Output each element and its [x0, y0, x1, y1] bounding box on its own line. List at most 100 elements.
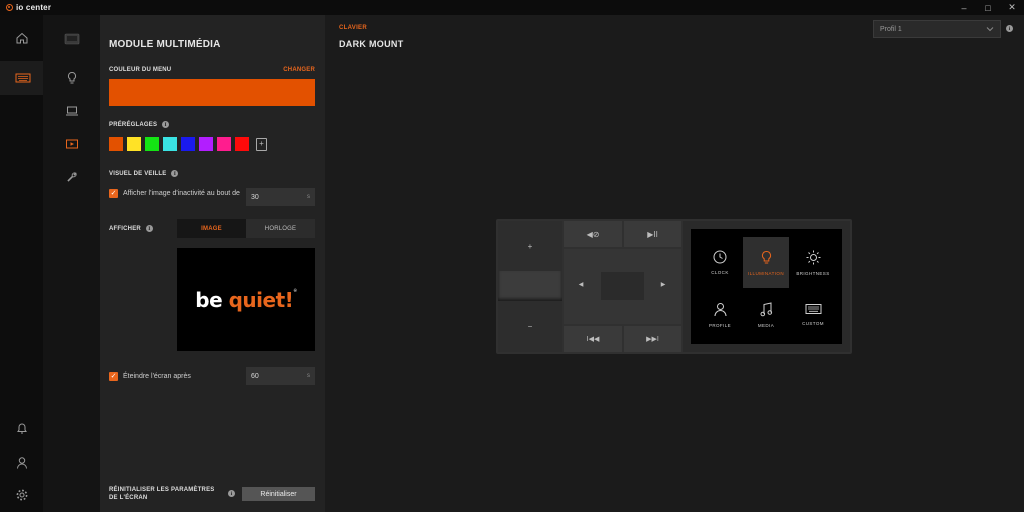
device-category: CLAVIER [339, 25, 367, 31]
preset-swatch[interactable] [163, 137, 177, 151]
subnav-multimedia[interactable] [43, 130, 100, 158]
info-icon[interactable]: i [171, 170, 179, 177]
play-pause-key[interactable]: ▶II [624, 221, 681, 247]
tab-image[interactable]: IMAGE [177, 219, 246, 238]
screen-tile-profile[interactable]: PROFILE [697, 289, 743, 340]
screen-tile-media[interactable]: MEDIA [743, 289, 789, 340]
rail-item-home[interactable] [0, 21, 43, 55]
maximize-button[interactable]: □ [976, 0, 1000, 15]
wrench-icon [66, 172, 77, 182]
previous-key[interactable]: I◀◀ [564, 326, 622, 352]
profile-select[interactable]: Profil 1 [873, 20, 1001, 38]
info-icon[interactable]: i [162, 121, 170, 128]
title-bar: io center – □ ✕ [0, 0, 1024, 15]
info-icon[interactable]: i [228, 490, 235, 497]
screen-tile-illumination[interactable]: ILLUMINATION [743, 237, 789, 288]
screen-tile-custom[interactable]: CUSTOM [790, 289, 836, 340]
user-icon [16, 457, 27, 469]
device-thumbnail-icon [64, 33, 79, 45]
preset-swatch[interactable] [109, 137, 123, 151]
show-heading: AFFICHER i [109, 225, 153, 232]
tab-clock[interactable]: HORLOGE [246, 219, 315, 238]
lightbulb-icon [67, 71, 76, 84]
multimedia-settings-panel: MODULE MULTIMÉDIA COULEUR DU MENU CHANGE… [100, 15, 325, 512]
presets-heading: PRÉRÉGLAGES i [109, 121, 170, 129]
reset-button[interactable]: Réinitialiser [242, 487, 315, 501]
preset-swatch[interactable] [145, 137, 159, 151]
standby-image-preview[interactable]: be quiet!® [177, 248, 315, 351]
keyboard-icon [805, 304, 821, 314]
inactivity-row: ✓ Afficher l'image d'inactivité au bout … [109, 189, 241, 198]
app-name: io center [16, 3, 52, 12]
subnav-tools[interactable] [43, 163, 100, 191]
panel-title: MODULE MULTIMÉDIA [109, 39, 221, 50]
volume-down-key[interactable]: − [498, 301, 562, 352]
screen-off-value: 60 [251, 372, 259, 380]
subnav-lighting[interactable] [43, 64, 100, 92]
rail-item-settings[interactable] [0, 478, 43, 512]
tile-label: CLOCK [711, 270, 729, 275]
screen-off-row: ✓ Éteindre l'écran après [109, 372, 191, 381]
clock-icon [713, 250, 727, 264]
subnav-keyboard[interactable] [43, 97, 100, 125]
main-nav-rail [0, 15, 43, 512]
tile-label: MEDIA [757, 322, 775, 328]
user-icon [714, 302, 726, 316]
bequiet-logo: be quiet!® [195, 287, 297, 312]
nav-left-key[interactable]: ◀ [574, 274, 588, 294]
next-key[interactable]: ▶▶I [624, 326, 681, 352]
inactivity-unit: s [307, 194, 310, 200]
menu-color-label: COULEUR DU MENU [109, 67, 172, 73]
screen-off-seconds-field[interactable]: 60 s [246, 367, 315, 385]
device-preview-area: CLAVIER DARK MOUNT Profil 1 i + − ◀⊘ ▶II… [325, 15, 1024, 512]
presets-label: PRÉRÉGLAGES [109, 122, 158, 129]
volume-up-key[interactable]: + [498, 221, 562, 271]
preset-swatch[interactable] [235, 137, 249, 151]
center-dial-key[interactable] [498, 271, 562, 301]
inactivity-value: 30 [251, 193, 259, 201]
preset-swatches: + [109, 137, 267, 151]
info-icon[interactable]: i [1006, 25, 1013, 32]
nav-center-key[interactable] [601, 272, 644, 300]
screen-off-checkbox[interactable]: ✓ [109, 372, 118, 381]
rail-item-notifications[interactable] [0, 411, 43, 445]
add-preset-icon[interactable]: + [256, 137, 267, 151]
mute-key[interactable]: ◀⊘ [564, 221, 622, 247]
app-logo: io center [6, 3, 51, 12]
app-logo-icon [6, 4, 13, 11]
nav-right-key[interactable]: ▶ [656, 274, 670, 294]
tile-label: CUSTOM [802, 321, 824, 326]
inactivity-seconds-field[interactable]: 30 s [246, 188, 315, 206]
preset-swatch[interactable] [217, 137, 231, 151]
preset-swatch[interactable] [127, 137, 141, 151]
close-button[interactable]: ✕ [1000, 0, 1024, 15]
subnav-device-thumbnail[interactable] [43, 25, 100, 53]
screen-tile-clock[interactable]: CLOCK [697, 237, 743, 288]
display-mode-toggle: IMAGE HORLOGE [177, 219, 315, 238]
media-module-icon [65, 139, 78, 149]
info-icon[interactable]: i [145, 225, 153, 232]
music-note-icon [760, 301, 772, 316]
standby-label: VISUEL DE VEILLE [109, 171, 167, 178]
screen-tile-brightness[interactable]: BRIGHTNESS [790, 237, 836, 288]
device-subnav [43, 15, 100, 512]
tile-label: ILLUMINATION [748, 270, 784, 276]
inactivity-checkbox[interactable]: ✓ [109, 189, 118, 198]
screen-off-label: Éteindre l'écran après [123, 373, 191, 380]
dark-mount-device: + − ◀⊘ ▶II ◀ ▶ I◀◀ ▶▶I CLOCK ILLUMINATIO… [496, 219, 852, 354]
screen-off-unit: s [307, 373, 310, 379]
device-title: DARK MOUNT [339, 39, 404, 49]
preset-swatch[interactable] [181, 137, 195, 151]
device-screen-bezel: CLOCK ILLUMINATION BRIGHTNESS PROFILE ME… [683, 221, 850, 352]
preset-swatch[interactable] [199, 137, 213, 151]
rail-item-account[interactable] [0, 446, 43, 480]
standby-heading: VISUEL DE VEILLE i [109, 170, 179, 178]
minimize-button[interactable]: – [952, 0, 976, 15]
chevron-down-icon [986, 27, 994, 32]
rail-item-devices[interactable] [0, 61, 43, 95]
menu-color-preview[interactable] [109, 79, 315, 106]
gear-icon [16, 489, 27, 501]
show-label: AFFICHER [109, 226, 141, 233]
change-color-link[interactable]: CHANGER [283, 67, 315, 73]
device-screen: CLOCK ILLUMINATION BRIGHTNESS PROFILE ME… [691, 229, 842, 344]
